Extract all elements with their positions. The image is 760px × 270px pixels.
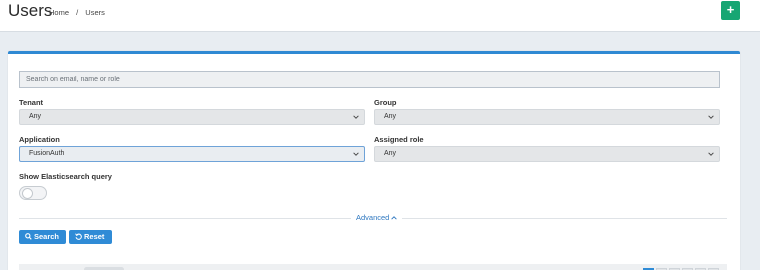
search-icon <box>25 233 32 240</box>
chevron-up-icon <box>391 216 398 220</box>
elasticsearch-toggle[interactable] <box>19 186 47 200</box>
assigned-role-label: Assigned role <box>374 135 424 144</box>
reset-button[interactable]: Reset <box>69 230 112 244</box>
breadcrumb: Home / Users <box>49 8 110 17</box>
chevron-down-icon <box>708 115 714 119</box>
assigned-role-select[interactable]: Any <box>374 146 720 162</box>
group-select-value: Any <box>384 113 397 120</box>
breadcrumb-current: Users <box>85 8 105 17</box>
group-select[interactable]: Any <box>374 109 720 125</box>
add-user-button[interactable]: + <box>721 1 740 20</box>
chevron-down-icon <box>353 115 359 119</box>
search-button-label: Search <box>34 232 60 241</box>
advanced-label: Advanced <box>356 213 390 222</box>
elasticsearch-label: Show Elasticsearch query <box>19 172 112 181</box>
advanced-link[interactable]: Advanced <box>351 213 403 222</box>
breadcrumb-separator: / <box>76 8 79 17</box>
top-bar <box>0 0 760 32</box>
chevron-down-icon <box>708 152 714 156</box>
tenant-select[interactable]: Any <box>19 109 365 125</box>
application-label: Application <box>19 135 60 144</box>
reset-icon <box>75 233 82 240</box>
breadcrumb-home[interactable]: Home <box>49 8 69 17</box>
results-toolbar <box>19 264 727 270</box>
application-select[interactable]: FusionAuth <box>19 146 365 162</box>
tenant-select-value: Any <box>29 113 42 120</box>
group-label: Group <box>374 98 397 107</box>
reset-button-label: Reset <box>84 232 105 241</box>
toggle-knob <box>22 188 33 199</box>
chevron-down-icon <box>353 152 359 156</box>
page-title: Users <box>8 1 53 20</box>
search-input[interactable] <box>19 71 720 88</box>
application-select-value: FusionAuth <box>29 150 65 157</box>
assigned-role-select-value: Any <box>384 150 397 157</box>
search-button[interactable]: Search <box>19 230 66 244</box>
tenant-label: Tenant <box>19 98 44 107</box>
plus-icon: + <box>726 2 735 17</box>
